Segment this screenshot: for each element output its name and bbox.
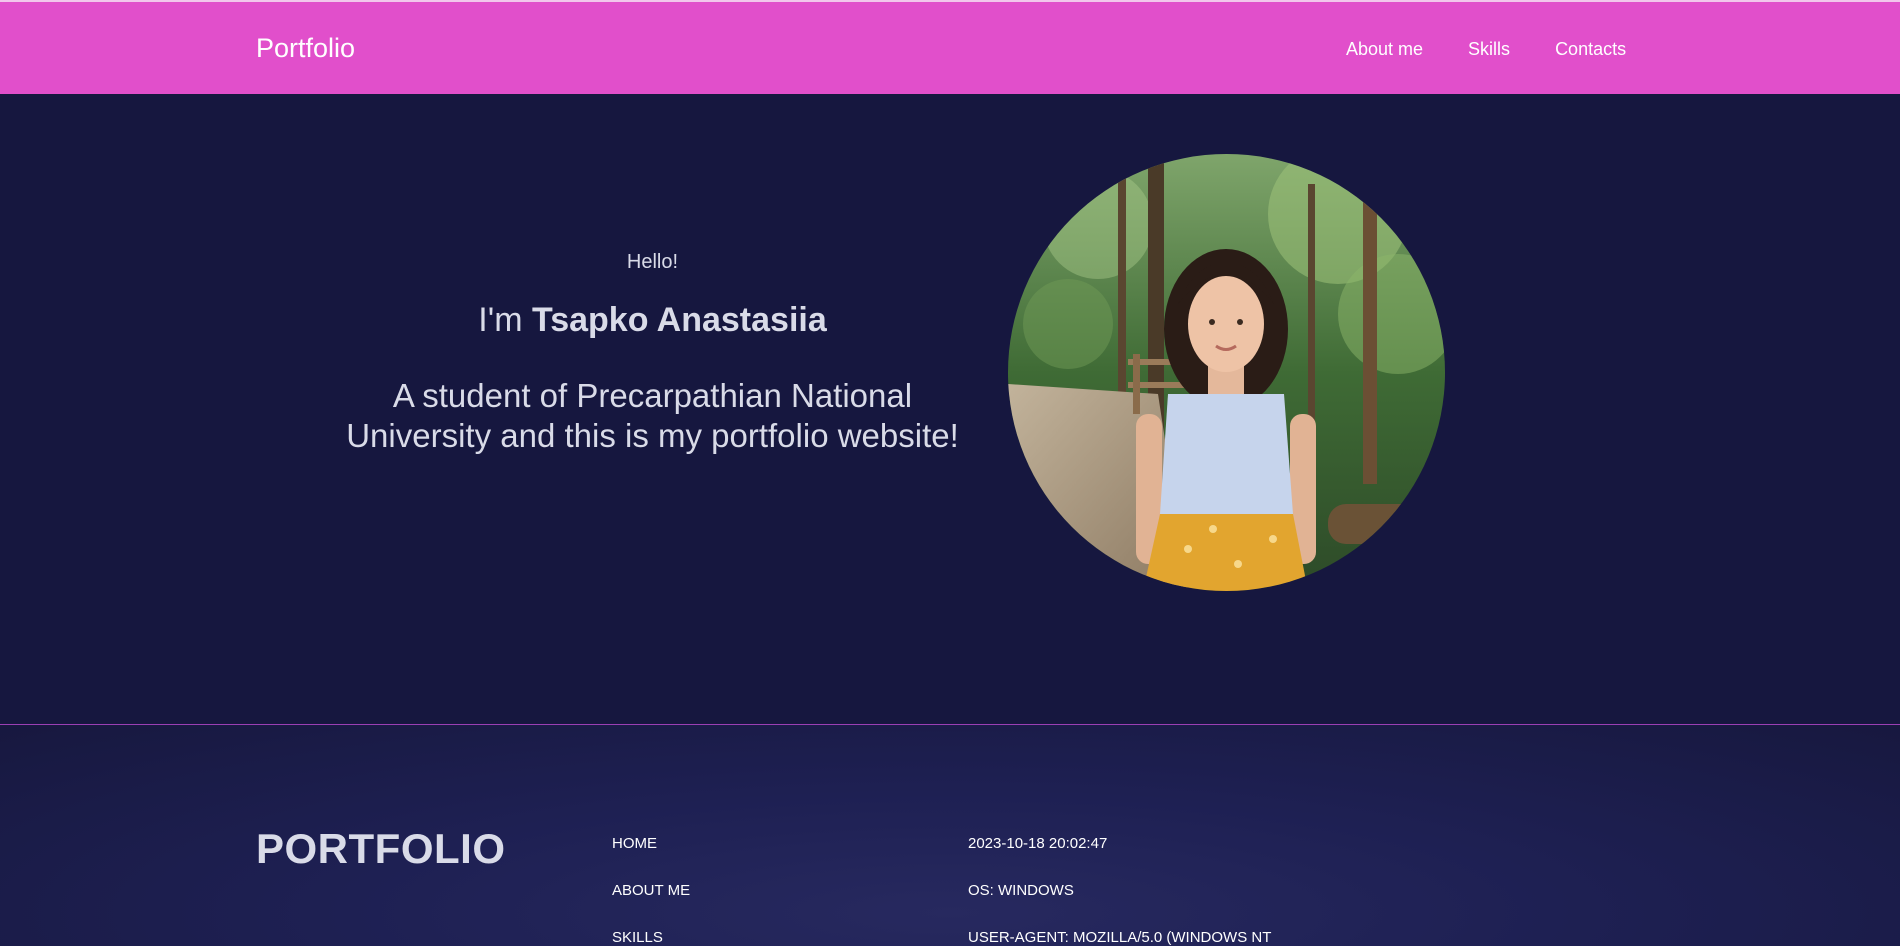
nav-link-skills[interactable]: Skills — [1468, 38, 1510, 60]
profile-photo — [1008, 154, 1445, 591]
site-footer: PORTFOLIO HOME ABOUT ME SKILLS 2023-10-1… — [0, 725, 1900, 946]
footer-nav: HOME ABOUT ME SKILLS — [612, 835, 690, 946]
intro-prefix: I'm — [478, 301, 532, 339]
hero-text: Hello! I'm Tsapko Anastasiia A student o… — [320, 250, 985, 456]
nav-link-about-me[interactable]: About me — [1346, 38, 1423, 60]
main-nav: About me Skills Contacts — [1346, 38, 1671, 60]
portfolio-page: Portfolio About me Skills Contacts Hello… — [0, 0, 1900, 946]
profile-photo-illustration — [1008, 154, 1445, 591]
nav-link-contacts[interactable]: Contacts — [1555, 38, 1626, 60]
greeting: Hello! — [626, 251, 679, 273]
footer-link-home[interactable]: HOME — [612, 835, 690, 853]
footer-logo: PORTFOLIO — [256, 825, 506, 872]
footer-info: 2023-10-18 20:02:47 OS: WINDOWS USER-AGE… — [968, 835, 1271, 946]
intro-heading: I'm Tsapko Anastasiia — [320, 300, 985, 340]
brand-link[interactable]: Portfolio — [256, 32, 355, 64]
tagline: A student of Precarpathian National Univ… — [346, 377, 959, 454]
owner-name: Tsapko Anastasiia — [531, 301, 827, 339]
footer-user-agent: USER-AGENT: MOZILLA/5.0 (WINDOWS NT — [968, 929, 1272, 946]
footer-link-about-me[interactable]: ABOUT ME — [612, 882, 690, 900]
footer-link-skills[interactable]: SKILLS — [612, 929, 690, 946]
footer-os: OS: WINDOWS — [968, 882, 1074, 899]
footer-datetime: 2023-10-18 20:02:47 — [968, 835, 1108, 852]
site-header: Portfolio About me Skills Contacts — [0, 0, 1900, 94]
hero-section: Hello! I'm Tsapko Anastasiia A student o… — [0, 94, 1900, 725]
